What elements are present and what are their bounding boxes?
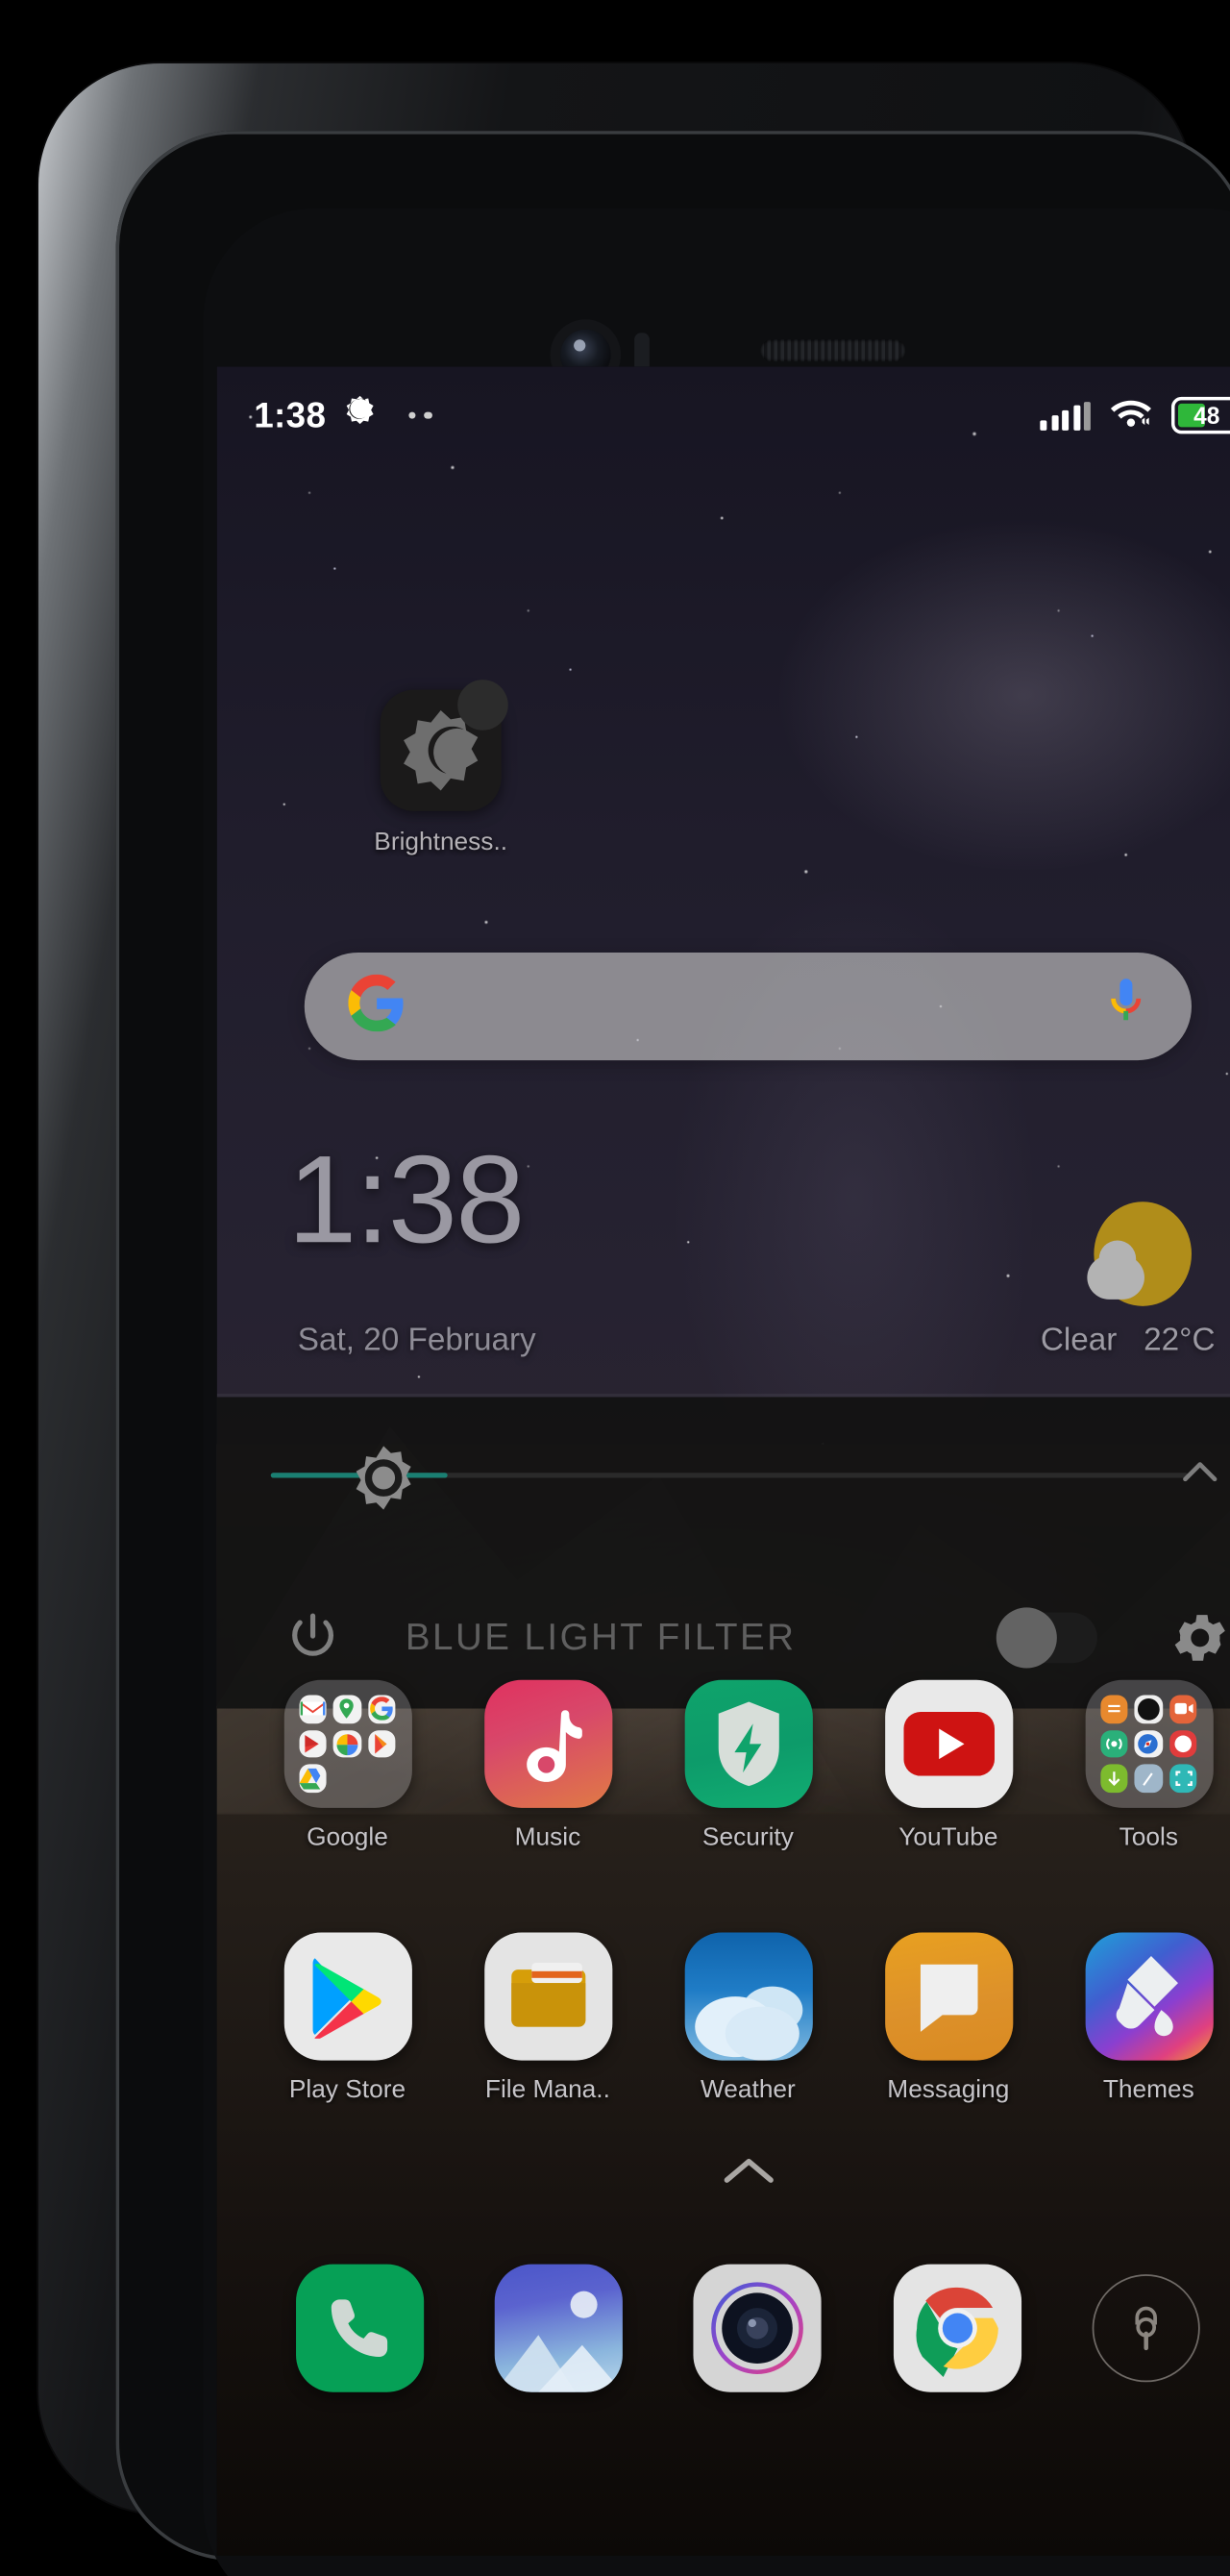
phone-bezel: 1:38 48 Brightness.. 1:38 Sat, 20 Februa… <box>115 130 1230 2576</box>
folder-item-calculator <box>1134 1764 1163 1793</box>
gallery-mountain-icon[interactable] <box>495 2264 624 2392</box>
phone-body: 1:38 48 Brightness.. 1:38 Sat, 20 Februa… <box>203 208 1230 2576</box>
folder-item-play-store-alt <box>368 1729 397 1758</box>
folder-item-recorder <box>1134 1695 1163 1723</box>
status-bar-left: 1:38 <box>254 392 432 437</box>
app-messaging[interactable]: Messaging <box>864 1932 1032 2104</box>
gear-icon[interactable] <box>1168 1604 1230 1669</box>
blue-light-filter-toggle[interactable] <box>996 1606 1097 1668</box>
app-music[interactable]: Music <box>463 1679 631 1851</box>
toggle-knob <box>996 1606 1057 1668</box>
app-google-folder[interactable]: Google <box>263 1679 431 1851</box>
phone-frame: 1:38 48 Brightness.. 1:38 Sat, 20 Februa… <box>38 62 1230 2576</box>
folder-item-maps <box>332 1695 362 1723</box>
power-icon[interactable] <box>284 1608 342 1666</box>
app-label: Google <box>307 1822 388 1851</box>
folder-item-scanner <box>1168 1764 1198 1793</box>
themes-brush-icon[interactable] <box>1084 1932 1213 2061</box>
google-search-bar[interactable] <box>304 952 1192 1060</box>
status-clock: 1:38 <box>254 395 327 434</box>
widget-weather-text: Clear 22°C <box>1041 1323 1216 1360</box>
phone-screen: 1:38 48 Brightness.. 1:38 Sat, 20 Februa… <box>216 365 1230 2556</box>
battery-percent-label: 48 <box>1193 401 1220 429</box>
tools-folder-icon[interactable] <box>1084 1679 1213 1808</box>
folder-item-feedback <box>1168 1729 1198 1758</box>
microphone-icon[interactable] <box>1104 975 1148 1037</box>
folder-item-photos <box>332 1729 362 1758</box>
phone-handset-icon[interactable] <box>296 2264 425 2392</box>
app-label: Themes <box>1102 2074 1194 2104</box>
screenshot-canvas: 1:38 48 Brightness.. 1:38 Sat, 20 Februa… <box>0 0 1230 2576</box>
dock <box>217 2227 1230 2429</box>
youtube-play-icon[interactable] <box>884 1679 1013 1808</box>
chrome-icon[interactable] <box>893 2264 1021 2392</box>
app-label: File Mana.. <box>484 2074 610 2104</box>
collapse-chevron-up-icon[interactable] <box>1174 1448 1225 1499</box>
blue-light-filter-label: BLUE LIGHT FILTER <box>405 1614 797 1657</box>
folder-item-compass <box>1134 1729 1163 1758</box>
weather-temperature: 22°C <box>1144 1322 1216 1358</box>
widget-date: Sat, 20 February <box>297 1322 536 1358</box>
wifi-icon <box>1109 394 1153 436</box>
folder-item-play-movies <box>298 1729 327 1758</box>
shortcut-label: Brightness.. <box>374 827 508 856</box>
home-app-row-1: Google Music Security YouTube Tools <box>217 1679 1230 1851</box>
app-label: Messaging <box>887 2074 1010 2104</box>
folder-item-mi-remote <box>1099 1729 1128 1758</box>
brightness-moon-icon[interactable] <box>380 679 508 811</box>
google-g-icon <box>348 973 406 1038</box>
clock-weather-widget[interactable]: 1:38 Sat, 20 February Clear 22°C <box>287 1136 1218 1360</box>
status-bar: 1:38 48 <box>217 389 1230 440</box>
app-label: Music <box>514 1822 581 1851</box>
app-tools-folder[interactable]: Tools <box>1065 1679 1230 1851</box>
folder-item-screen-recorder <box>1168 1695 1198 1723</box>
shortcut-brightness[interactable]: Brightness.. <box>347 679 535 856</box>
lock-icon[interactable] <box>1092 2273 1200 2382</box>
weather-cloud-icon[interactable] <box>683 1932 812 2061</box>
folder-item-downloads <box>1099 1764 1128 1793</box>
earpiece-speaker <box>760 338 906 361</box>
brightness-sun-icon[interactable] <box>348 1442 419 1513</box>
app-label: Security <box>701 1822 794 1851</box>
home-app-row-2: Play Store File Mana.. Weather Messaging… <box>217 1932 1230 2104</box>
sun-behind-cloud-icon <box>1087 1201 1192 1306</box>
app-security[interactable]: Security <box>664 1679 832 1851</box>
play-store-icon[interactable] <box>283 1932 412 2061</box>
widget-weather[interactable]: Clear 22°C <box>1041 1201 1216 1360</box>
message-bubble-icon[interactable] <box>884 1932 1013 2061</box>
app-label: Tools <box>1119 1822 1179 1851</box>
notification-dots-icon <box>408 410 432 419</box>
cellular-signal-icon <box>1040 400 1091 430</box>
app-label: YouTube <box>898 1822 998 1851</box>
folder-item-drive <box>298 1764 327 1793</box>
status-bar-right: 48 <box>1040 394 1230 436</box>
folder-item-google <box>368 1695 397 1723</box>
folder-item-notes <box>1099 1695 1128 1723</box>
google-folder-icon[interactable] <box>283 1679 412 1808</box>
shortcut-badge <box>457 679 508 731</box>
quick-settings-panel: BLUE LIGHT FILTER <box>216 1393 1230 1709</box>
dark-mode-icon <box>341 392 379 437</box>
folder-item-gmail <box>298 1695 327 1723</box>
app-label: Weather <box>700 2074 796 2104</box>
brightness-slider-row[interactable] <box>217 1397 1230 1551</box>
file-folder-icon[interactable] <box>483 1932 612 2061</box>
app-youtube[interactable]: YouTube <box>864 1679 1032 1851</box>
app-label: Play Store <box>288 2074 406 2104</box>
app-themes[interactable]: Themes <box>1065 1932 1230 2104</box>
music-note-icon[interactable] <box>483 1679 612 1808</box>
camera-lens-icon[interactable] <box>694 2264 823 2392</box>
app-drawer-chevron-up-icon[interactable] <box>714 2151 781 2192</box>
weather-condition: Clear <box>1040 1322 1118 1358</box>
shield-bolt-icon[interactable] <box>683 1679 812 1808</box>
app-weather[interactable]: Weather <box>664 1932 832 2104</box>
app-play-store[interactable]: Play Store <box>263 1932 431 2104</box>
app-file-manager[interactable]: File Mana.. <box>463 1932 631 2104</box>
battery-icon: 48 <box>1170 396 1230 433</box>
